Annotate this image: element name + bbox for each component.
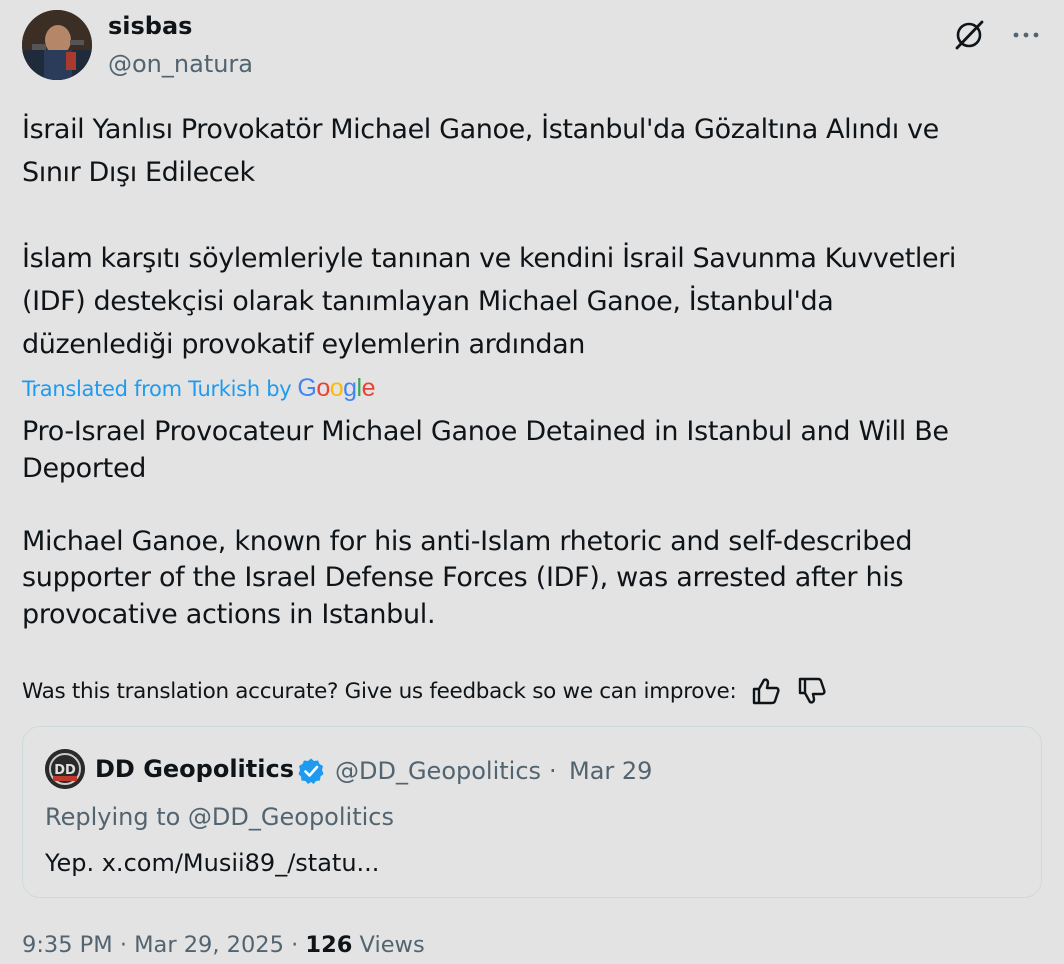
google-logo-letter: g: [343, 374, 357, 402]
author-handle[interactable]: @on_natura: [108, 50, 253, 78]
tweet-text: İsrail Yanlısı Provokatör Michael Ganoe,…: [22, 114, 956, 360]
verified-badge-icon: [298, 758, 324, 784]
quoted-avatar-text: DD: [54, 763, 76, 778]
more-icon[interactable]: [1008, 18, 1044, 52]
feedback-prompt: Was this translation accurate? Give us f…: [22, 678, 737, 704]
meta-separator: ·: [291, 932, 299, 958]
quoted-author-name[interactable]: DD Geopolitics: [95, 755, 294, 783]
translation-feedback: Was this translation accurate? Give us f…: [22, 676, 828, 706]
author-avatar[interactable]: [22, 10, 92, 80]
quoted-tweet-card[interactable]: DD DD Geopolitics @DD_Geopolitics · Mar …: [22, 726, 1042, 898]
quoted-avatar-image: DD: [45, 749, 85, 789]
author-display-name[interactable]: sisbas: [108, 12, 192, 40]
google-logo-letter: o: [316, 374, 330, 402]
translated-from-text: Translated from Turkish by: [22, 376, 292, 401]
thumbs-down-icon[interactable]: [796, 676, 828, 706]
translated-text: Pro-Israel Provocateur Michael Ganoe Det…: [22, 416, 949, 630]
thumbs-up-icon[interactable]: [750, 676, 782, 706]
views-label: Views: [359, 932, 425, 958]
grok-icon[interactable]: [952, 18, 986, 52]
avatar-image: [22, 10, 92, 80]
google-logo: Google: [297, 374, 375, 403]
tweet-time[interactable]: 9:35 PM: [22, 932, 113, 958]
tweet-meta: 9:35 PM · Mar 29, 2025 · 126 Views: [22, 932, 425, 958]
quoted-replying-to: Replying to @DD_Geopolitics: [45, 803, 394, 831]
quoted-body: Yep. x.com/Musii89_/statu...: [45, 849, 380, 877]
quoted-author-avatar[interactable]: DD: [45, 749, 85, 789]
quoted-date[interactable]: Mar 29: [569, 757, 652, 785]
meta-separator: ·: [119, 932, 127, 958]
google-logo-letter: o: [329, 374, 344, 402]
quoted-author-handle[interactable]: @DD_Geopolitics: [335, 757, 541, 785]
tweet-date[interactable]: Mar 29, 2025: [134, 932, 284, 958]
google-logo-letter: G: [297, 374, 317, 402]
translated-from-label[interactable]: Translated from Turkish by Google: [22, 374, 376, 403]
views-count: 126: [305, 932, 353, 958]
google-logo-letter: e: [361, 374, 376, 402]
quoted-separator: ·: [549, 757, 557, 785]
